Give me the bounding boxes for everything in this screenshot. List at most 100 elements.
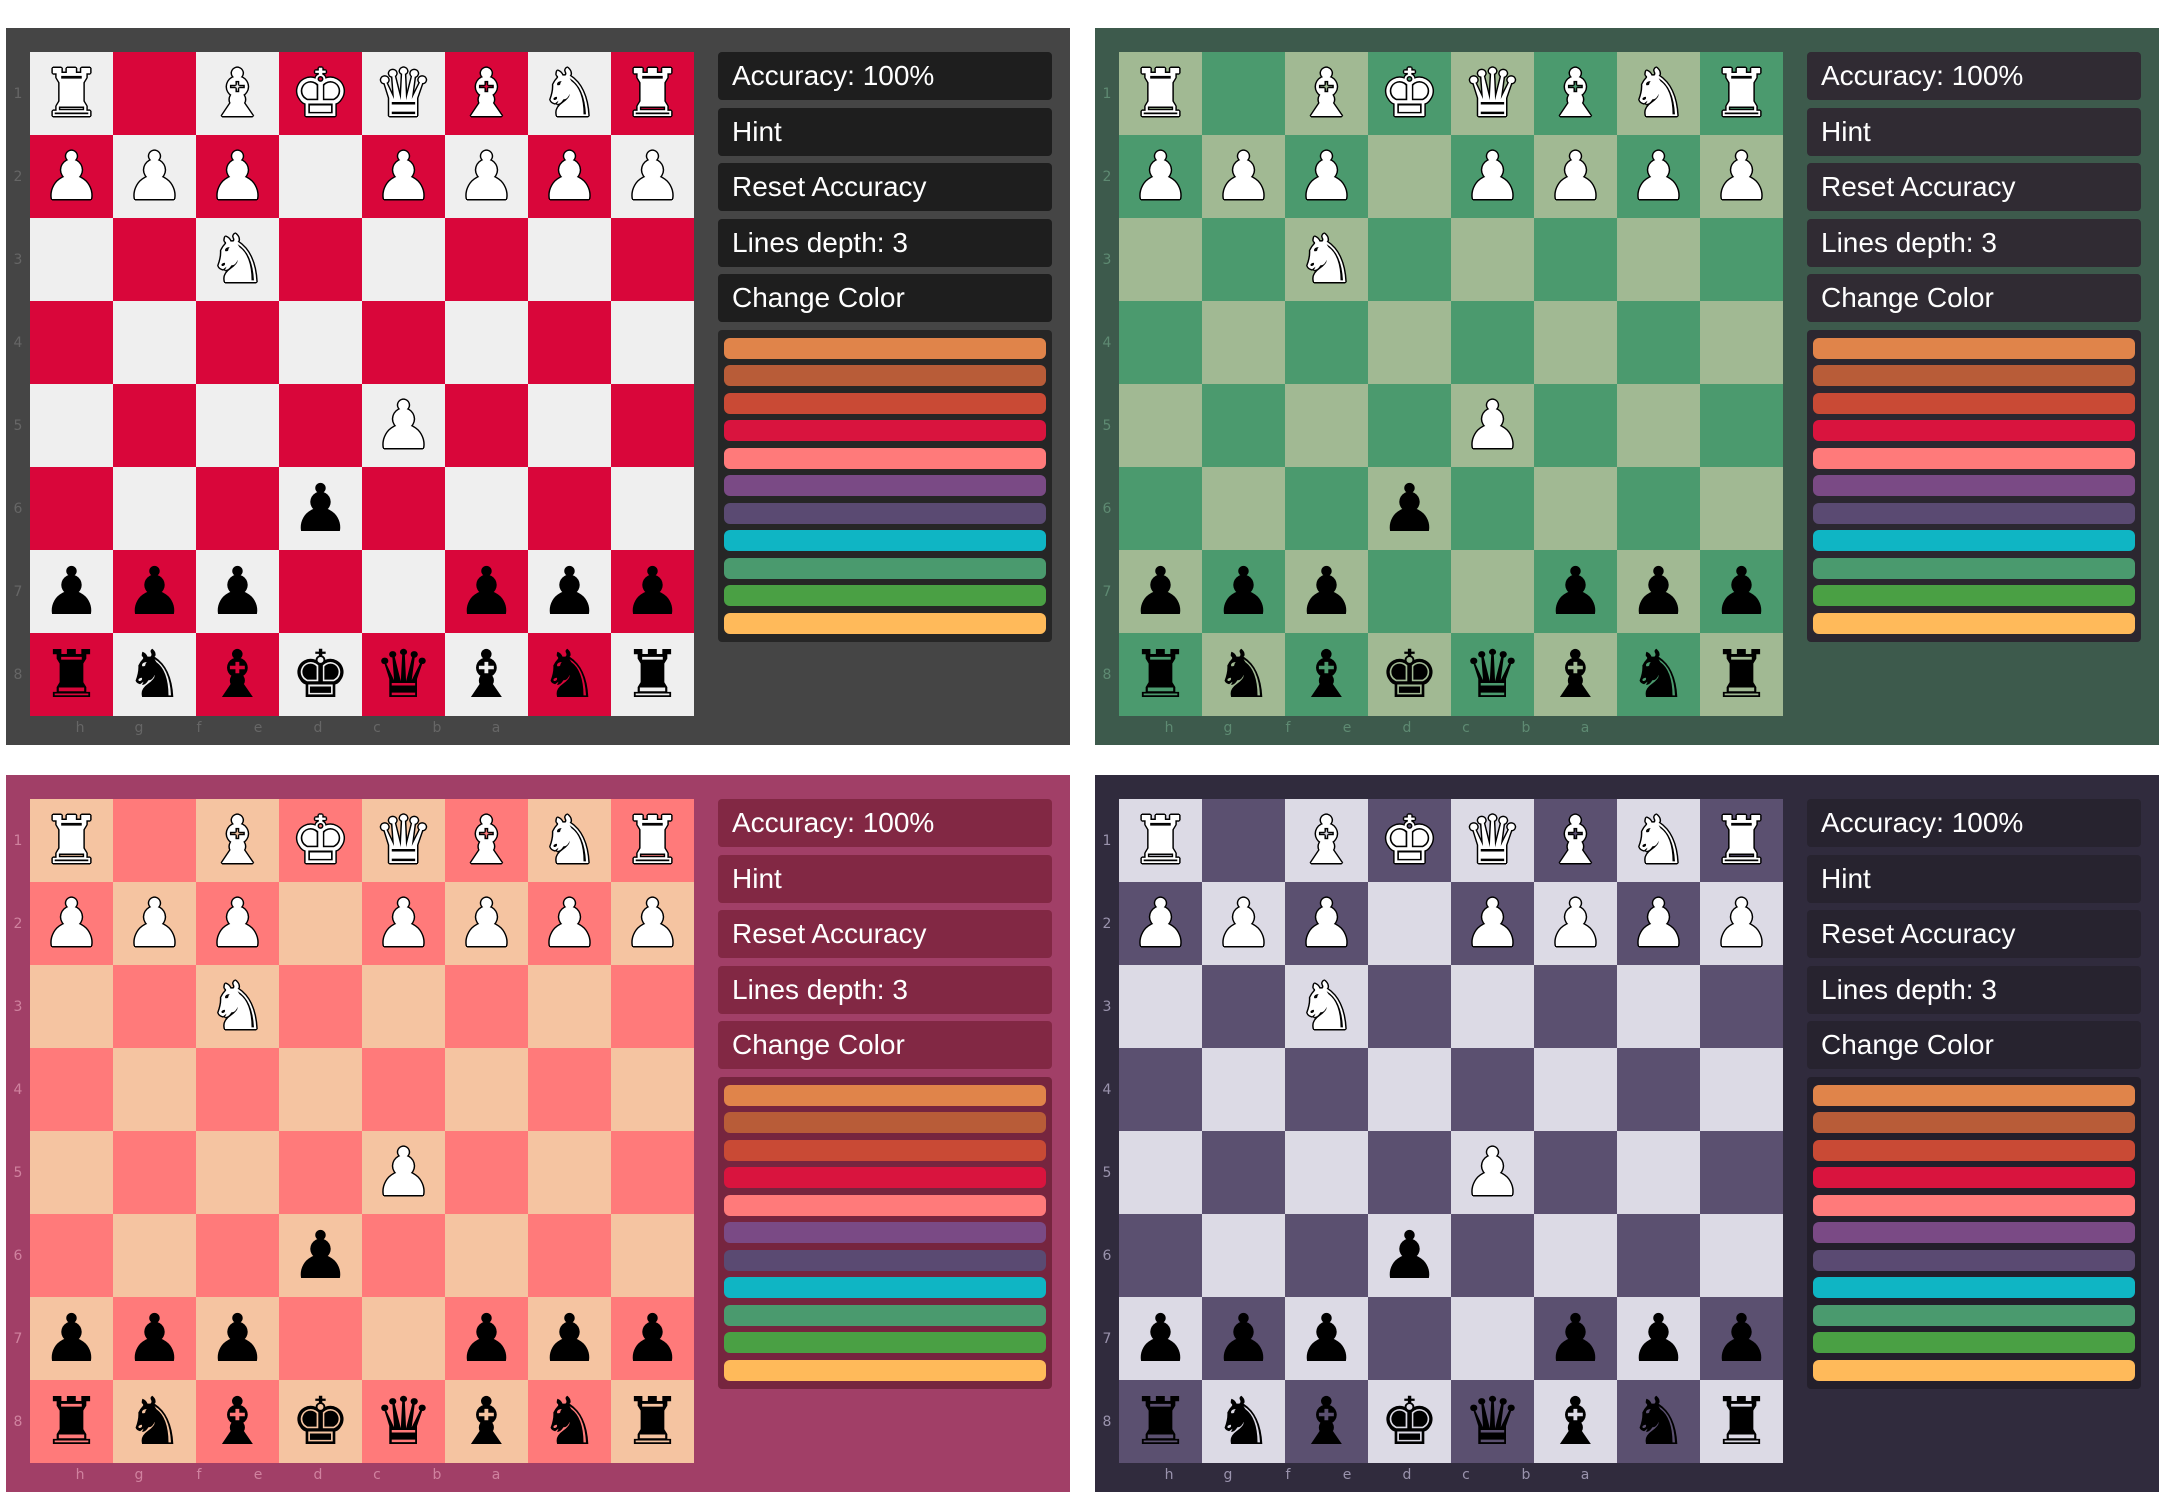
board-square[interactable]: ♟ [1368, 467, 1451, 550]
board-square[interactable]: ♟ [1534, 550, 1617, 633]
board-square[interactable] [30, 301, 113, 384]
board-square[interactable] [611, 1131, 694, 1214]
black-king-icon[interactable]: ♚ [1380, 1388, 1439, 1455]
white-king-icon[interactable]: ♚ [291, 60, 350, 127]
black-queen-icon[interactable]: ♛ [374, 1388, 433, 1455]
board-square[interactable]: ♝ [196, 1380, 279, 1463]
board-square[interactable]: ♟ [528, 882, 611, 965]
board-square[interactable]: ♟ [113, 135, 196, 218]
board-square[interactable] [30, 467, 113, 550]
board-square[interactable]: ♟ [279, 467, 362, 550]
board-square[interactable]: ♟ [1285, 882, 1368, 965]
black-pawn-icon[interactable]: ♟ [1131, 1305, 1190, 1372]
white-rook-icon[interactable]: ♜ [1131, 807, 1190, 874]
board-square[interactable]: ♝ [1285, 52, 1368, 135]
white-rook-icon[interactable]: ♜ [42, 60, 101, 127]
white-pawn-icon[interactable]: ♟ [1629, 890, 1688, 957]
black-rook-icon[interactable]: ♜ [42, 1388, 101, 1455]
black-rook-icon[interactable]: ♜ [623, 641, 682, 708]
white-knight-icon[interactable]: ♞ [540, 807, 599, 874]
white-pawn-icon[interactable]: ♟ [1463, 143, 1522, 210]
board-square[interactable] [113, 1214, 196, 1297]
board-square[interactable]: ♝ [196, 799, 279, 882]
board-square[interactable] [611, 965, 694, 1048]
board-square[interactable]: ♞ [1285, 218, 1368, 301]
color-swatch[interactable] [1813, 475, 2135, 496]
board-square[interactable]: ♟ [362, 384, 445, 467]
board-square[interactable] [1700, 1214, 1783, 1297]
white-pawn-icon[interactable]: ♟ [1546, 143, 1605, 210]
board-square[interactable]: ♟ [196, 882, 279, 965]
board-square[interactable] [611, 1048, 694, 1131]
white-pawn-icon[interactable]: ♟ [540, 890, 599, 957]
board-square[interactable] [113, 301, 196, 384]
black-pawn-icon[interactable]: ♟ [1546, 1305, 1605, 1372]
board-square[interactable] [1617, 1214, 1700, 1297]
black-pawn-icon[interactable]: ♟ [291, 1222, 350, 1289]
board-square[interactable]: ♚ [279, 633, 362, 716]
board-square[interactable] [445, 301, 528, 384]
board-square[interactable] [1285, 1048, 1368, 1131]
black-knight-icon[interactable]: ♞ [1629, 641, 1688, 708]
board-square[interactable] [1368, 965, 1451, 1048]
board-square[interactable]: ♞ [1617, 633, 1700, 716]
board-square[interactable]: ♟ [528, 550, 611, 633]
board-square[interactable] [1451, 301, 1534, 384]
white-pawn-icon[interactable]: ♟ [1629, 143, 1688, 210]
board-square[interactable]: ♞ [528, 1380, 611, 1463]
white-rook-icon[interactable]: ♜ [42, 807, 101, 874]
white-king-icon[interactable]: ♚ [291, 807, 350, 874]
board-square[interactable] [362, 301, 445, 384]
color-swatch[interactable] [724, 1139, 1046, 1161]
board-square[interactable]: ♞ [196, 965, 279, 1048]
black-rook-icon[interactable]: ♜ [1712, 641, 1771, 708]
board-square[interactable]: ♚ [1368, 633, 1451, 716]
black-bishop-icon[interactable]: ♝ [457, 641, 516, 708]
board-square[interactable]: ♜ [1700, 799, 1783, 882]
board-square[interactable]: ♟ [30, 550, 113, 633]
board-square[interactable]: ♞ [528, 633, 611, 716]
board-square[interactable] [528, 965, 611, 1048]
color-swatch[interactable] [724, 1194, 1046, 1216]
color-swatch[interactable] [724, 1084, 1046, 1106]
board-square[interactable] [1451, 1297, 1534, 1380]
board-square[interactable]: ♟ [1451, 135, 1534, 218]
board-square[interactable] [113, 1048, 196, 1131]
color-swatch[interactable] [724, 557, 1046, 579]
board-square[interactable] [279, 218, 362, 301]
black-pawn-icon[interactable]: ♟ [1629, 1305, 1688, 1372]
board-square[interactable] [1202, 1048, 1285, 1131]
black-rook-icon[interactable]: ♜ [1131, 641, 1190, 708]
board-square[interactable]: ♝ [196, 633, 279, 716]
board-square[interactable]: ♟ [113, 882, 196, 965]
black-king-icon[interactable]: ♚ [291, 641, 350, 708]
white-bishop-icon[interactable]: ♝ [1297, 807, 1356, 874]
board-square[interactable] [1534, 218, 1617, 301]
board-square[interactable]: ♟ [1202, 882, 1285, 965]
board-square[interactable] [196, 384, 279, 467]
color-swatch[interactable] [724, 1332, 1046, 1353]
board-square[interactable]: ♟ [1119, 882, 1202, 965]
board-square[interactable]: ♝ [1285, 799, 1368, 882]
board-square[interactable]: ♟ [113, 550, 196, 633]
black-pawn-icon[interactable]: ♟ [291, 475, 350, 542]
board-square[interactable]: ♟ [611, 135, 694, 218]
white-rook-icon[interactable]: ♜ [623, 807, 682, 874]
color-swatch[interactable] [724, 585, 1046, 606]
board-square[interactable] [1534, 1048, 1617, 1131]
board-square[interactable]: ♝ [1534, 1380, 1617, 1463]
hint-button[interactable]: Hint [1807, 107, 2141, 156]
color-swatch[interactable] [724, 1304, 1046, 1326]
white-pawn-icon[interactable]: ♟ [1214, 143, 1273, 210]
board-square[interactable]: ♚ [1368, 1380, 1451, 1463]
board-square[interactable] [1617, 384, 1700, 467]
white-bishop-icon[interactable]: ♝ [208, 60, 267, 127]
board-square[interactable]: ♟ [1617, 550, 1700, 633]
board-square[interactable]: ♚ [279, 1380, 362, 1463]
board-square[interactable] [113, 1131, 196, 1214]
black-pawn-icon[interactable]: ♟ [623, 1305, 682, 1372]
board-square[interactable]: ♚ [1368, 52, 1451, 135]
board-square[interactable] [362, 1297, 445, 1380]
color-swatch[interactable] [1813, 1194, 2135, 1216]
board-square[interactable] [1700, 467, 1783, 550]
